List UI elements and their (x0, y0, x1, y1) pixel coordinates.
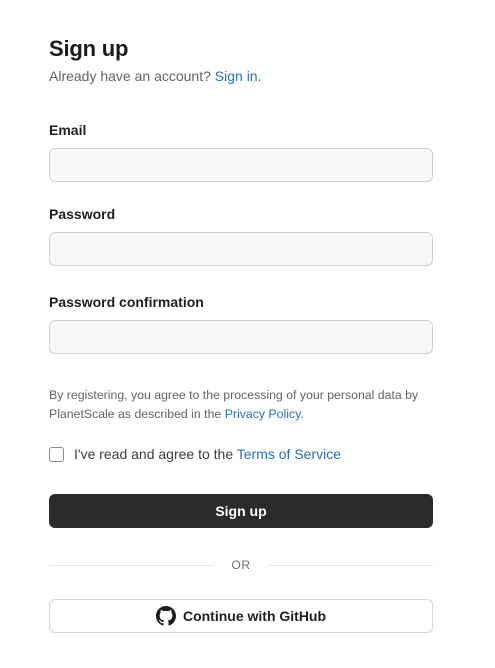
divider-label: OR (231, 558, 251, 572)
email-label: Email (49, 122, 87, 138)
github-button-label: Continue with GitHub (182, 608, 327, 624)
page-title: Sign up (49, 36, 129, 61)
divider-line-left (49, 564, 214, 566)
terms-checkbox[interactable] (49, 446, 64, 462)
or-divider: OR (49, 556, 433, 574)
github-icon (155, 606, 176, 626)
terms-label-text: I've read and agree to the (74, 446, 234, 462)
github-signin-button[interactable]: Continue with GitHub (49, 599, 433, 633)
signin-prompt: Already have an account? Sign in. (49, 67, 261, 85)
terms-label: I've read and agree to the Terms of Serv… (74, 446, 341, 462)
privacy-policy-link[interactable]: Privacy Policy (225, 407, 301, 421)
privacy-notice: By registering, you agree to the process… (49, 386, 433, 424)
terms-of-service-link[interactable]: Terms of Service (237, 446, 341, 462)
privacy-notice-suffix: . (300, 407, 304, 421)
password-field[interactable] (49, 232, 433, 266)
password-confirmation-field[interactable] (49, 320, 433, 354)
terms-row: I've read and agree to the Terms of Serv… (49, 444, 341, 464)
divider-line-right (268, 564, 433, 566)
password-confirmation-label: Password confirmation (49, 294, 204, 310)
email-field[interactable] (49, 148, 433, 182)
signin-link[interactable]: Sign in. (215, 68, 262, 84)
password-label: Password (49, 206, 116, 222)
signup-button[interactable]: Sign up (49, 494, 433, 528)
signin-prompt-text: Already have an account? (49, 68, 211, 84)
